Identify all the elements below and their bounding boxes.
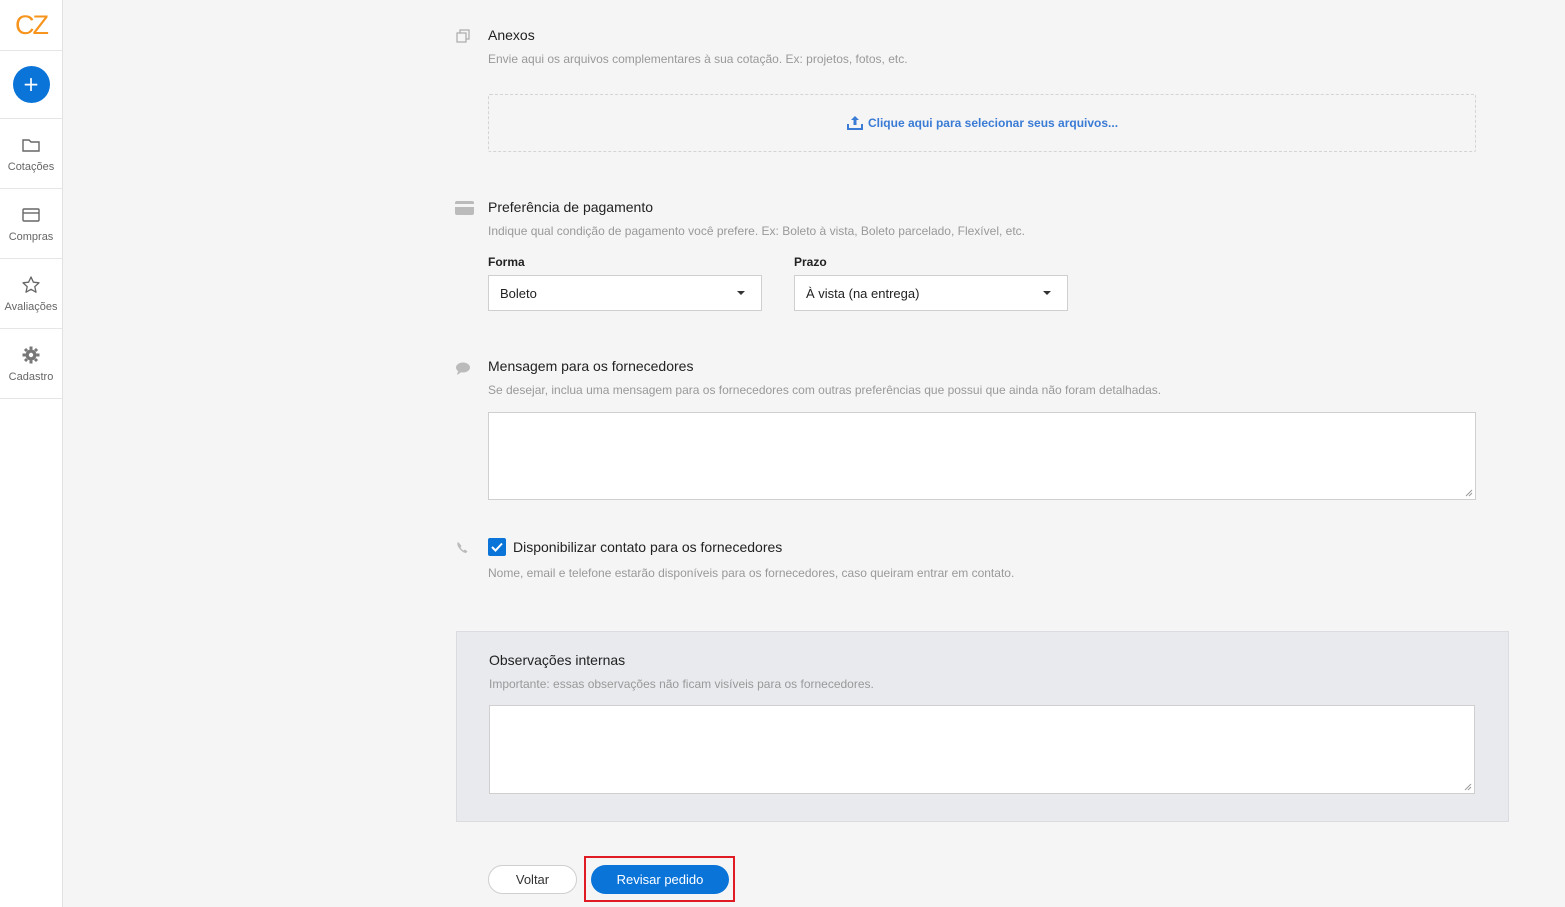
sidebar-item-compras[interactable]: Compras: [0, 189, 62, 259]
chevron-down-icon: [1043, 291, 1051, 295]
sidebar-item-cadastro[interactable]: Cadastro: [0, 329, 62, 399]
resize-handle-icon: [1464, 783, 1472, 791]
card-icon: [22, 207, 40, 222]
payment-term-label: Prazo: [794, 255, 827, 269]
gear-icon: [22, 346, 40, 363]
supplier-message-textarea[interactable]: [488, 412, 1476, 500]
attachments-description: Envie aqui os arquivos complementares à …: [488, 52, 908, 66]
payment-description: Indique qual condição de pagamento você …: [488, 224, 1025, 238]
internal-notes-description: Importante: essas observações não ficam …: [489, 677, 874, 691]
folder-icon: [22, 138, 40, 152]
payment-method-label: Forma: [488, 255, 525, 269]
review-order-button[interactable]: Revisar pedido: [591, 865, 729, 894]
payment-method-value: Boleto: [500, 285, 537, 301]
sidebar-item-label: Avaliações: [4, 300, 58, 313]
share-contact-checkbox[interactable]: [488, 538, 506, 556]
phone-icon: [457, 542, 468, 553]
sidebar-item-avaliacoes[interactable]: Avaliações: [0, 259, 62, 329]
attachments-title: Anexos: [488, 27, 535, 43]
logo-text: CZ: [15, 9, 49, 40]
resize-handle-icon: [1465, 489, 1473, 497]
new-quote-button[interactable]: +: [12, 66, 50, 103]
message-description: Se desejar, inclua uma mensagem para os …: [488, 383, 1162, 397]
check-icon: [491, 542, 503, 552]
new-wrapper: +: [0, 51, 62, 119]
payment-term-value: À vista (na entrega): [806, 285, 920, 301]
sidebar-item-label: Cotações: [7, 160, 55, 173]
upload-icon: [846, 116, 863, 130]
star-icon: [22, 275, 40, 293]
back-button[interactable]: Voltar: [488, 865, 577, 894]
payment-term-select[interactable]: À vista (na entrega): [794, 275, 1068, 311]
sidebar: CZ + Cotações Compras Avaliações Cadastr…: [0, 0, 63, 907]
attachment-icon: [456, 29, 470, 43]
payment-title: Preferência de pagamento: [488, 199, 653, 215]
share-contact-description: Nome, email e telefone estarão disponíve…: [488, 566, 1015, 580]
share-contact-label[interactable]: Disponibilizar contato para os fornecedo…: [513, 539, 782, 555]
logo[interactable]: CZ: [0, 0, 62, 51]
internal-notes-textarea[interactable]: [489, 705, 1475, 794]
internal-notes-title: Observações internas: [489, 652, 626, 668]
sidebar-item-cotacoes[interactable]: Cotações: [0, 119, 62, 189]
payment-method-select[interactable]: Boleto: [488, 275, 762, 311]
credit-card-icon: [455, 201, 474, 215]
message-title: Mensagem para os fornecedores: [488, 358, 694, 374]
file-upload-dropzone[interactable]: Clique aqui para selecionar seus arquivo…: [488, 94, 1476, 152]
sidebar-item-label: Compras: [8, 230, 54, 243]
sidebar-item-label: Cadastro: [8, 370, 54, 383]
upload-label: Clique aqui para selecionar seus arquivo…: [867, 116, 1119, 130]
comment-icon: [456, 362, 470, 375]
chevron-down-icon: [737, 291, 745, 295]
